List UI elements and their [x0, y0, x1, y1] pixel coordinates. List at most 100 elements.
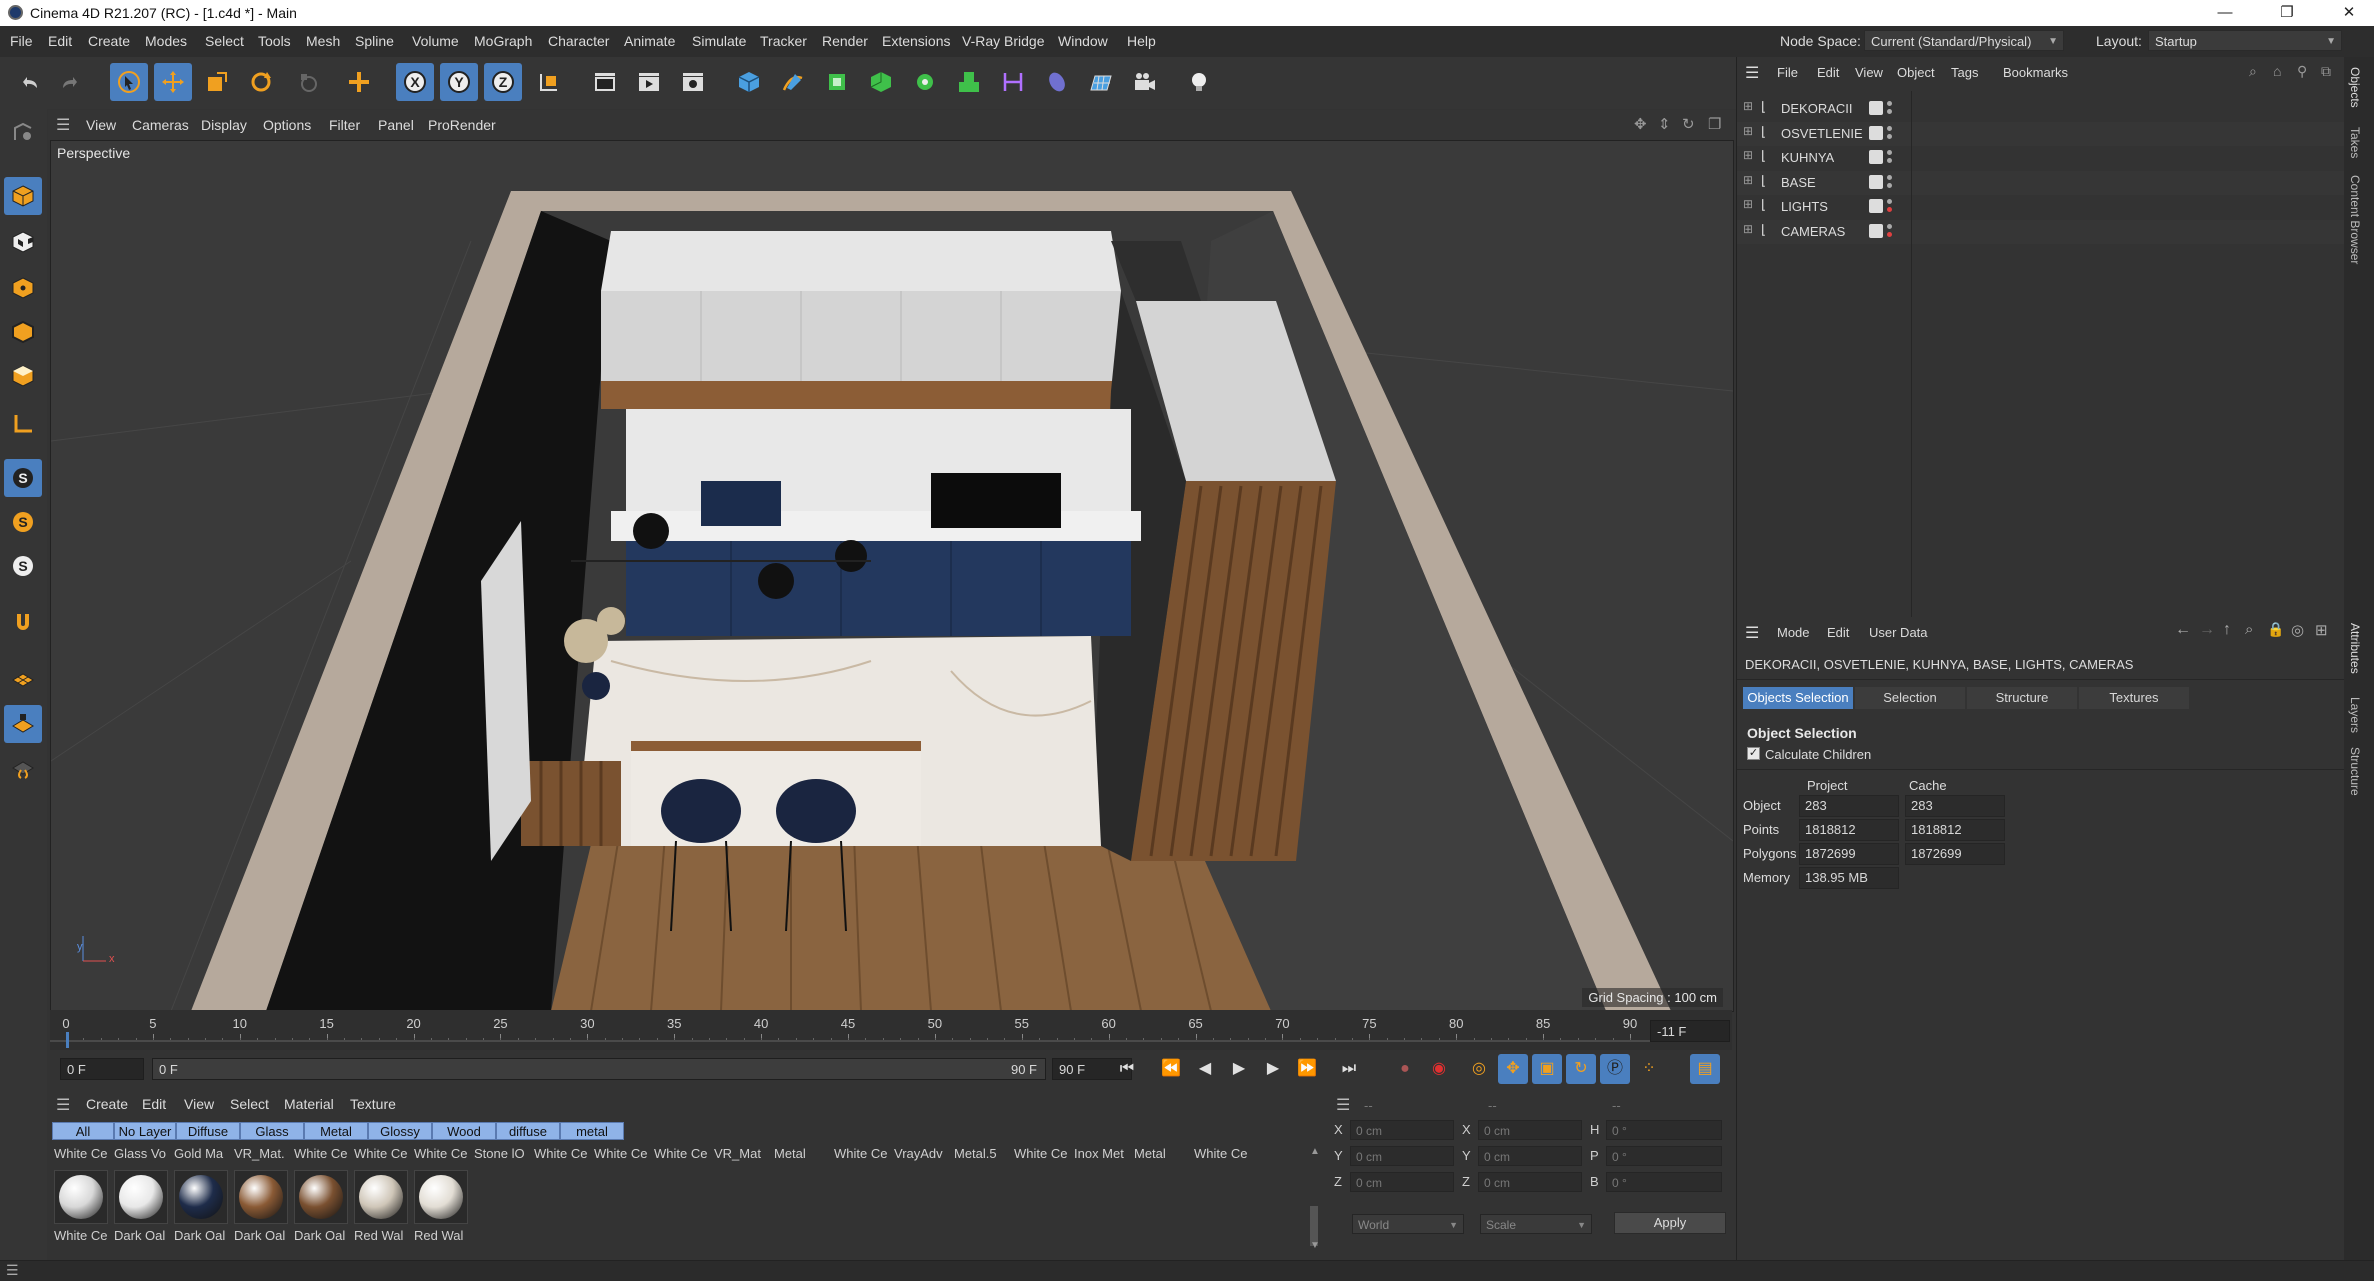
- filter-tab-no-layer[interactable]: No Layer: [114, 1122, 176, 1140]
- light-button[interactable]: [1180, 63, 1218, 101]
- editor-visibility-dot[interactable]: [1887, 199, 1892, 204]
- object-menu-view[interactable]: View: [1855, 65, 1883, 80]
- rotation-field[interactable]: 0 °: [1606, 1146, 1722, 1166]
- texture-mode-button[interactable]: [4, 223, 42, 261]
- object-row[interactable]: ⊞ ⌊ OSVETLENIE: [1737, 121, 2345, 146]
- object-row[interactable]: ⊞ ⌊ BASE: [1737, 170, 2345, 195]
- render-visibility-dot[interactable]: [1887, 109, 1892, 114]
- axis-mode-button[interactable]: [4, 405, 42, 443]
- layer-visibility-icon[interactable]: [1869, 199, 1883, 213]
- material-name[interactable]: White Ce: [1194, 1146, 1250, 1161]
- attribute-menu-mode[interactable]: Mode: [1777, 625, 1810, 640]
- layer-visibility-icon[interactable]: [1869, 223, 1883, 238]
- camera-button[interactable]: [1126, 63, 1164, 101]
- model-mode-button[interactable]: [4, 177, 42, 215]
- play-button[interactable]: ▶: [1224, 1054, 1254, 1084]
- material-name[interactable]: VR_Mat.: [234, 1146, 290, 1161]
- polygons-mode-button[interactable]: [4, 357, 42, 395]
- menu-spline[interactable]: Spline: [355, 33, 394, 49]
- planar-workplane-button[interactable]: [4, 749, 42, 787]
- material-name[interactable]: Gold Ma: [174, 1146, 230, 1161]
- menu-modes[interactable]: Modes: [145, 33, 187, 49]
- start-frame-field[interactable]: 0 F: [60, 1058, 144, 1080]
- material-name[interactable]: Dark Oal: [114, 1228, 170, 1243]
- coordinate-system-button[interactable]: [530, 63, 568, 101]
- scroll-up-arrow[interactable]: ▲: [1310, 1146, 1320, 1166]
- snap-button[interactable]: S: [4, 459, 42, 497]
- redo-button[interactable]: [52, 63, 90, 101]
- cloner-button[interactable]: [906, 63, 944, 101]
- material-menu-texture[interactable]: Texture: [350, 1096, 396, 1112]
- material-name[interactable]: Metal: [1134, 1146, 1190, 1161]
- previous-key-button[interactable]: ⏪: [1156, 1054, 1186, 1084]
- autokeying-button[interactable]: ◉: [1424, 1054, 1454, 1084]
- material-name[interactable]: White Ce: [414, 1146, 470, 1161]
- mograph-cubes-button[interactable]: [950, 63, 988, 101]
- material-swatch[interactable]: [294, 1170, 348, 1224]
- add-object-button[interactable]: [340, 63, 378, 101]
- material-swatch[interactable]: [174, 1170, 228, 1224]
- render-view-button[interactable]: [586, 63, 624, 101]
- menu-vray-bridge[interactable]: V-Ray Bridge: [962, 33, 1044, 49]
- viewport-rotate-icon[interactable]: ↻: [1682, 115, 1695, 133]
- viewport-menu-display[interactable]: Display: [201, 117, 247, 133]
- menu-simulate[interactable]: Simulate: [692, 33, 746, 49]
- editor-visibility-dot[interactable]: [1887, 125, 1892, 131]
- forward-arrow-icon[interactable]: →: [2199, 621, 2215, 639]
- attribute-menu-user-data[interactable]: User Data: [1869, 625, 1928, 640]
- expand-toggle-icon[interactable]: ⊞: [1743, 197, 1753, 211]
- render-visibility-dot[interactable]: [1887, 133, 1892, 139]
- make-editable-button[interactable]: [4, 113, 42, 151]
- material-name[interactable]: Dark Oal: [174, 1228, 230, 1243]
- extrude-button[interactable]: [862, 63, 900, 101]
- go-to-end-button[interactable]: ⏭: [1334, 1054, 1364, 1084]
- material-name[interactable]: Inox Met: [1074, 1146, 1130, 1161]
- menu-volume[interactable]: Volume: [412, 33, 459, 49]
- filter-tab-all[interactable]: All: [52, 1122, 114, 1140]
- environment-button[interactable]: [1038, 63, 1076, 101]
- material-menu-select[interactable]: Select: [230, 1096, 269, 1112]
- material-name[interactable]: Stone lO: [474, 1146, 530, 1161]
- subdivision-surface-button[interactable]: [818, 63, 856, 101]
- hamburger-icon[interactable]: ☰: [1745, 623, 1759, 643]
- timeline-ruler[interactable]: 0 5 10 15 20 25 30 35 40 45 50 55 60 65 70 75 80 85 90 -11…: [50, 1010, 1732, 1050]
- material-swatch[interactable]: [414, 1170, 468, 1224]
- tab-structure[interactable]: Structure: [1967, 687, 2077, 709]
- spline-pen-button[interactable]: [774, 63, 812, 101]
- side-tab-objects[interactable]: Objects: [2348, 67, 2362, 108]
- filter-tab-diffuse-lower[interactable]: diffuse: [496, 1122, 560, 1140]
- home-icon[interactable]: ⌂: [2273, 63, 2281, 79]
- up-arrow-icon[interactable]: ↑: [2223, 621, 2231, 639]
- key-point-level-button[interactable]: ⁘: [1634, 1054, 1664, 1084]
- target-icon[interactable]: ◎: [2291, 621, 2304, 639]
- menu-render[interactable]: Render: [822, 33, 868, 49]
- material-name[interactable]: White Ce: [54, 1146, 110, 1161]
- live-selection-tool[interactable]: [110, 63, 148, 101]
- render-visibility-dot[interactable]: [1887, 207, 1892, 212]
- new-panel-icon[interactable]: ⊞: [2315, 621, 2328, 639]
- editor-visibility-dot[interactable]: [1887, 150, 1892, 155]
- material-swatch[interactable]: [114, 1170, 168, 1224]
- expand-toggle-icon[interactable]: ⊞: [1743, 124, 1753, 138]
- material-name[interactable]: White Ce: [54, 1228, 110, 1243]
- material-swatch[interactable]: [54, 1170, 108, 1224]
- filter-tab-metal-lower[interactable]: metal: [560, 1122, 624, 1140]
- menu-file[interactable]: File: [10, 33, 33, 49]
- menu-create[interactable]: Create: [88, 33, 130, 49]
- floor-button[interactable]: [1082, 63, 1120, 101]
- points-mode-button[interactable]: [4, 269, 42, 307]
- render-visibility-dot[interactable]: [1887, 231, 1892, 237]
- material-name[interactable]: Red Wal: [414, 1228, 470, 1243]
- recent-tool-button[interactable]: [290, 63, 328, 101]
- material-name[interactable]: White Ce: [1014, 1146, 1070, 1161]
- object-menu-tags[interactable]: Tags: [1951, 65, 1978, 80]
- coordinate-mode-dropdown[interactable]: World ▼: [1352, 1214, 1464, 1234]
- filter-tab-glass[interactable]: Glass: [240, 1122, 304, 1140]
- viewport-pan-icon[interactable]: ✥: [1634, 115, 1647, 133]
- filter-tab-metal[interactable]: Metal: [304, 1122, 368, 1140]
- material-name[interactable]: Dark Oal: [234, 1228, 290, 1243]
- restore-button[interactable]: ❐: [2262, 0, 2312, 26]
- side-tab-takes[interactable]: Takes: [2348, 127, 2362, 158]
- object-row[interactable]: ⊞ ⌊ DEKORACII: [1737, 97, 2345, 121]
- tweak-mode-button[interactable]: [4, 603, 42, 641]
